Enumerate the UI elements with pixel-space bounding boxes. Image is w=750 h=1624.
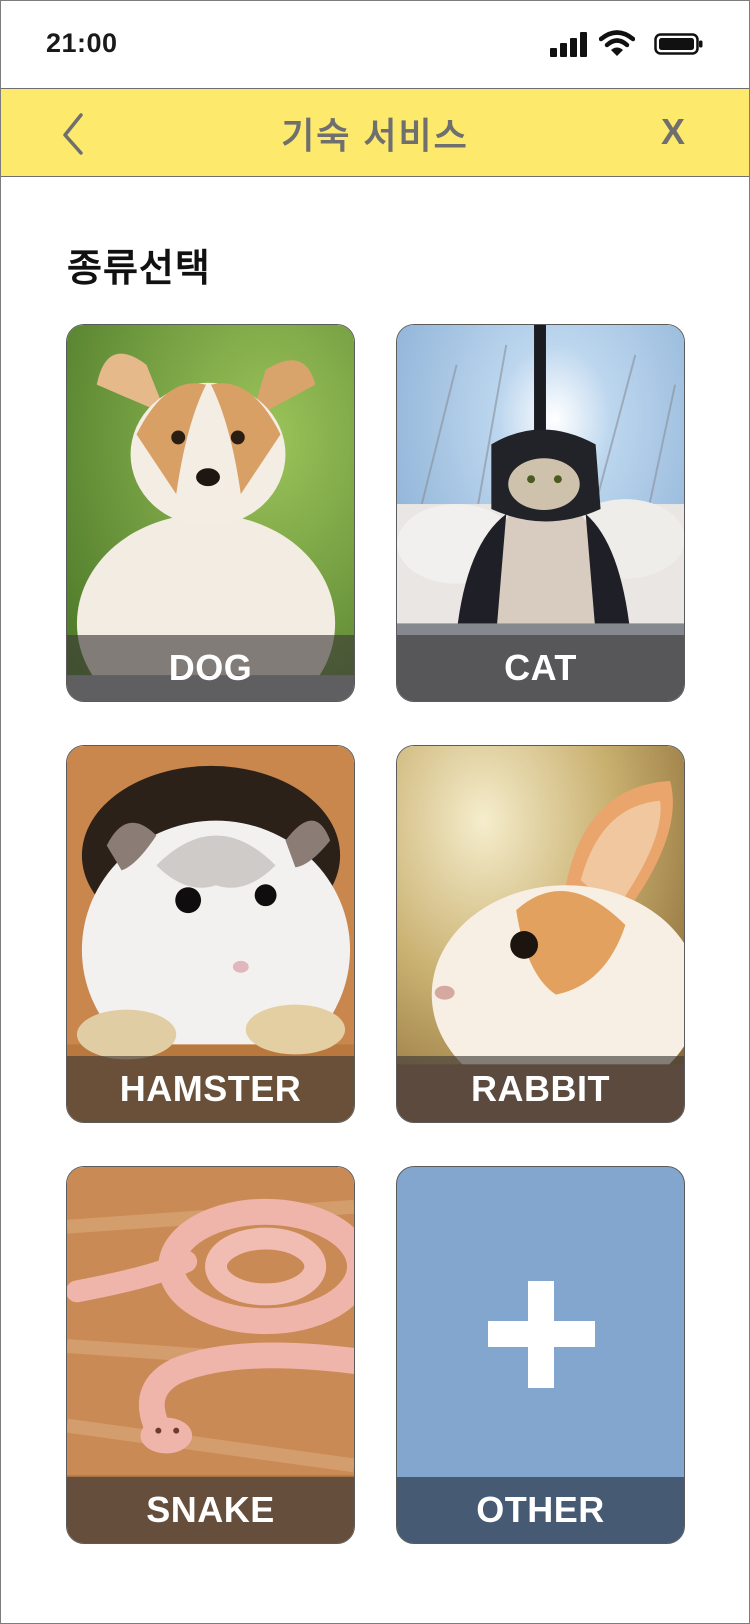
card-label: SNAKE [146, 1489, 275, 1530]
battery-icon [654, 33, 703, 55]
plus-icon [488, 1281, 595, 1388]
card-label: RABBIT [471, 1068, 610, 1109]
species-card-hamster[interactable]: HAMSTER [66, 745, 355, 1123]
phone-frame: 21:00 기숙 서비스 X 종류선택 DOG CAT HAMSTER RABB… [0, 0, 750, 1624]
card-label: DOG [168, 647, 253, 688]
section-title: 종류선택 [67, 248, 211, 290]
card-label: OTHER [476, 1489, 605, 1530]
status-bar: 21:00 [1, 1, 749, 88]
species-card-dog[interactable]: DOG [66, 324, 355, 702]
species-card-cat[interactable]: CAT [396, 324, 685, 702]
species-card-rabbit[interactable]: RABBIT [396, 745, 685, 1123]
signal-icon [550, 31, 590, 57]
card-label: CAT [504, 647, 577, 688]
species-card-other[interactable]: OTHER [396, 1166, 685, 1544]
species-card-snake[interactable]: SNAKE [66, 1166, 355, 1544]
card-label: HAMSTER [119, 1068, 302, 1109]
page-title: 기숙 서비스 [281, 115, 469, 156]
status-time: 21:00 [46, 28, 118, 58]
wifi-icon [599, 30, 635, 56]
close-button[interactable]: X [661, 111, 685, 153]
app-header: 기숙 서비스 X [1, 88, 749, 177]
